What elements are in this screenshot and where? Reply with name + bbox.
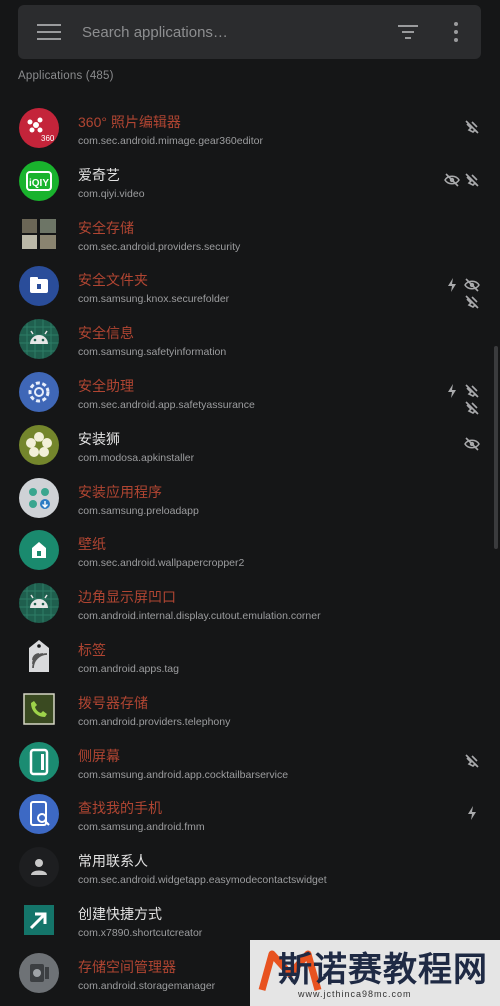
storage-manager-icon (19, 952, 59, 993)
app-name: 安全助理 (78, 377, 134, 394)
app-package: com.samsung.android.fmm (78, 821, 205, 834)
app-name: 标签 (78, 641, 106, 658)
flower-icon (19, 424, 59, 465)
app-name: 查找我的手机 (78, 800, 162, 817)
app-name: 安全信息 (78, 325, 134, 342)
app-name: 安装应用程序 (78, 483, 162, 500)
app-row[interactable]: 安全存储 com.sec.android.providers.security (0, 210, 500, 263)
search-input[interactable] (82, 22, 362, 42)
app-name: 边角显示屏凹口 (78, 589, 176, 606)
app-flags (442, 119, 482, 155)
phone-icon (19, 688, 59, 729)
app-row[interactable]: 标签 com.android.apps.tag (0, 632, 500, 685)
shortcut-arrow-icon (19, 899, 59, 940)
app-package: com.x7890.shortcutcreator (78, 926, 203, 939)
app-name: 常用联系人 (78, 853, 148, 870)
app-package: com.android.providers.telephony (78, 715, 231, 728)
app-package: com.android.apps.tag (78, 662, 179, 675)
watermark-title: 斯诺赛教程网 (278, 950, 488, 990)
app-package: com.qiyi.video (78, 187, 145, 200)
app-name: 存储空间管理器 (78, 958, 176, 975)
ops-off-icon (464, 383, 480, 399)
app-row[interactable]: 侧屏幕 com.samsung.android.app.cocktailbarse… (0, 738, 500, 791)
app-row[interactable]: iQIY 爱奇艺 com.qiyi.video (0, 157, 500, 210)
app-row[interactable]: 拨号器存储 com.android.providers.telephony (0, 685, 500, 738)
svg-text:iQIY: iQIY (29, 178, 49, 189)
svg-text:360: 360 (41, 134, 55, 143)
app-package: com.samsung.knox.securefolder (78, 293, 230, 306)
app-row[interactable]: 边角显示屏凹口 com.android.internal.display.cuto… (0, 579, 500, 632)
trace-icon (444, 383, 460, 399)
app-name: 拨号器存储 (78, 694, 148, 711)
app-package: com.sec.android.wallpapercropper2 (78, 557, 245, 570)
app-name: 安全存储 (78, 219, 134, 236)
app-name: 安装狮 (78, 430, 120, 447)
app-name: 壁纸 (78, 536, 106, 553)
app-flags (442, 805, 482, 841)
filter-icon[interactable] (398, 24, 418, 40)
app-package: com.samsung.safetyinformation (78, 346, 227, 359)
ops-off-icon (464, 172, 480, 188)
settings-gear-icon (19, 371, 59, 412)
app-name: 360° 照片编辑器 (78, 114, 181, 130)
app-package: com.sec.android.app.safetyassurance (78, 398, 255, 411)
wallpaper-icon (19, 530, 59, 571)
hidden-icon (464, 277, 480, 293)
ops-off-icon (464, 400, 480, 416)
app-flags (442, 436, 482, 472)
watermark-url: www.jcthinca98mc.com (298, 989, 412, 999)
edge-screen-icon (19, 741, 59, 782)
app-row[interactable]: 安装应用程序 com.samsung.preloadapp (0, 474, 500, 527)
nfc-tag-icon (19, 635, 59, 676)
trace-icon (464, 805, 480, 821)
app-package: com.sec.android.widgetapp.easymodecontac… (78, 874, 327, 887)
contact-icon (19, 847, 59, 888)
hidden-icon (464, 436, 480, 452)
app-package: com.modosa.apkinstaller (78, 451, 195, 464)
app-name: 侧屏幕 (78, 747, 120, 764)
app-name: 爱奇艺 (78, 166, 120, 183)
hamburger-menu-icon[interactable] (37, 24, 61, 40)
gear360-icon: 360 (19, 108, 59, 148)
app-row[interactable]: 360 360° 照片编辑器 com.sec.android.mimage.gear… (0, 104, 500, 157)
secure-folder-icon (19, 266, 59, 307)
more-options-icon[interactable] (448, 20, 464, 44)
app-flags (442, 753, 482, 789)
app-package: com.samsung.android.app.cocktailbarservi… (78, 768, 289, 781)
watermark: 斯诺赛教程网 www.jcthinca98mc.com (250, 940, 500, 1006)
app-name: 创建快捷方式 (78, 905, 162, 922)
search-bar (18, 5, 481, 59)
app-row[interactable]: 查找我的手机 com.samsung.android.fmm (0, 790, 500, 843)
app-package: com.sec.android.providers.security (78, 240, 241, 253)
app-name: 安全文件夹 (78, 272, 148, 289)
preload-app-icon (19, 477, 59, 518)
app-package: com.sec.android.mimage.gear360editor (78, 135, 264, 147)
app-row[interactable]: 安装狮 com.modosa.apkinstaller (0, 421, 500, 474)
hidden-icon (444, 172, 460, 188)
trace-icon (444, 277, 460, 293)
iqiyi-icon: iQIY (19, 160, 59, 201)
scrollbar[interactable] (494, 346, 498, 549)
storage-tiles-icon (19, 213, 59, 254)
app-row[interactable]: 安全信息 com.samsung.safetyinformation (0, 315, 500, 368)
find-phone-icon (19, 794, 59, 835)
app-flags (442, 277, 482, 313)
app-flags (442, 383, 482, 419)
app-row[interactable]: 壁纸 com.sec.android.wallpapercropper2 (0, 526, 500, 579)
ops-off-icon (464, 119, 480, 135)
app-flags (442, 172, 482, 208)
app-row[interactable]: 安全文件夹 com.samsung.knox.securefolder (0, 262, 500, 315)
app-row[interactable]: 安全助理 com.sec.android.app.safetyassurance (0, 368, 500, 421)
ops-off-icon (464, 753, 480, 769)
ops-off-icon (464, 294, 480, 310)
section-header: Applications (485) (18, 70, 114, 82)
app-list: 360 360° 照片编辑器 com.sec.android.mimage.gear… (0, 104, 500, 1002)
app-package: com.android.storagemanager (78, 979, 216, 992)
android-icon (19, 583, 59, 624)
app-package: com.samsung.preloadapp (78, 504, 199, 517)
app-row[interactable]: 常用联系人 com.sec.android.widgetapp.easymodec… (0, 843, 500, 896)
app-package: com.android.internal.display.cutout.emul… (78, 610, 321, 623)
android-icon (19, 319, 59, 360)
